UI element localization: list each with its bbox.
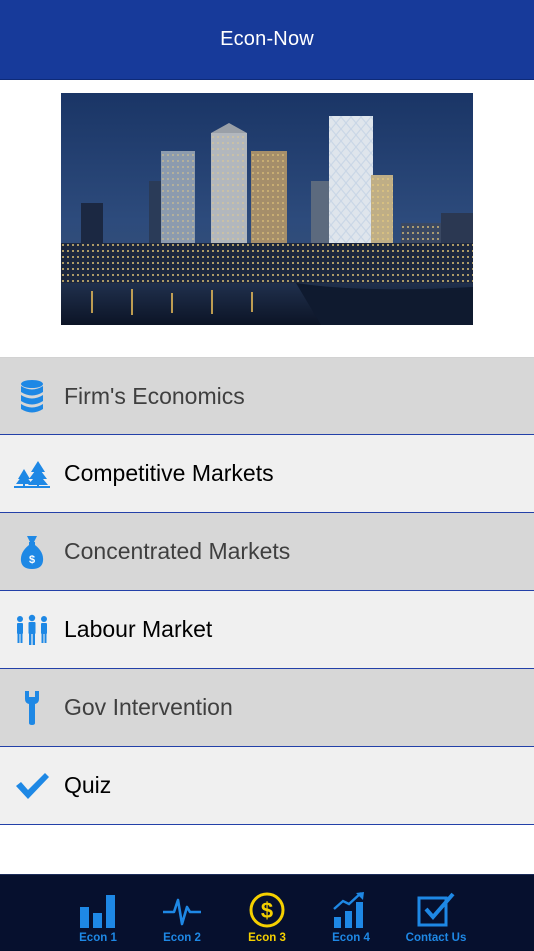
menu-item-label: Labour Market xyxy=(64,616,213,642)
menu-item-competitive-markets[interactable]: Competitive Markets xyxy=(0,435,534,513)
topic-menu: Firm's Economics Competitive Markets $ C… xyxy=(0,357,534,825)
wrench-icon xyxy=(0,669,64,747)
menu-item-label: Competitive Markets xyxy=(64,460,274,486)
menu-item-gov-intervention[interactable]: Gov Intervention xyxy=(0,669,534,747)
menu-item-firms-economics[interactable]: Firm's Economics xyxy=(0,357,534,435)
bar-chart-icon xyxy=(80,895,115,928)
checkbox-icon xyxy=(417,892,455,927)
tab-bar: Econ 1 Econ 2 $ Econ 3 Econ 4 Contact Us xyxy=(0,874,534,951)
menu-item-label: Concentrated Markets xyxy=(64,538,291,564)
city-skyline-image xyxy=(61,93,473,325)
tab-label: Contact Us xyxy=(405,932,467,944)
checkmark-icon xyxy=(0,747,64,825)
page-title: Econ-Now xyxy=(220,28,314,50)
navigation-bar: Econ-Now xyxy=(0,0,534,80)
tab-contact-us[interactable]: Contact Us xyxy=(386,875,486,951)
pulse-icon xyxy=(163,898,201,926)
menu-item-label: Gov Intervention xyxy=(64,694,233,720)
svg-text:$: $ xyxy=(29,554,35,566)
trees-icon xyxy=(0,435,64,513)
menu-item-concentrated-markets[interactable]: $ Concentrated Markets xyxy=(0,513,534,591)
menu-item-labour-market[interactable]: Labour Market xyxy=(0,591,534,669)
money-bag-icon: $ xyxy=(0,513,64,591)
dollar-circle-icon: $ xyxy=(249,892,285,928)
menu-item-label: Quiz xyxy=(64,772,112,798)
menu-item-quiz[interactable]: Quiz xyxy=(0,747,534,825)
growth-chart-icon xyxy=(333,892,364,928)
database-icon xyxy=(0,357,64,435)
svg-text:$: $ xyxy=(261,898,273,923)
menu-item-label: Firm's Economics xyxy=(64,382,245,409)
people-icon xyxy=(0,591,64,669)
